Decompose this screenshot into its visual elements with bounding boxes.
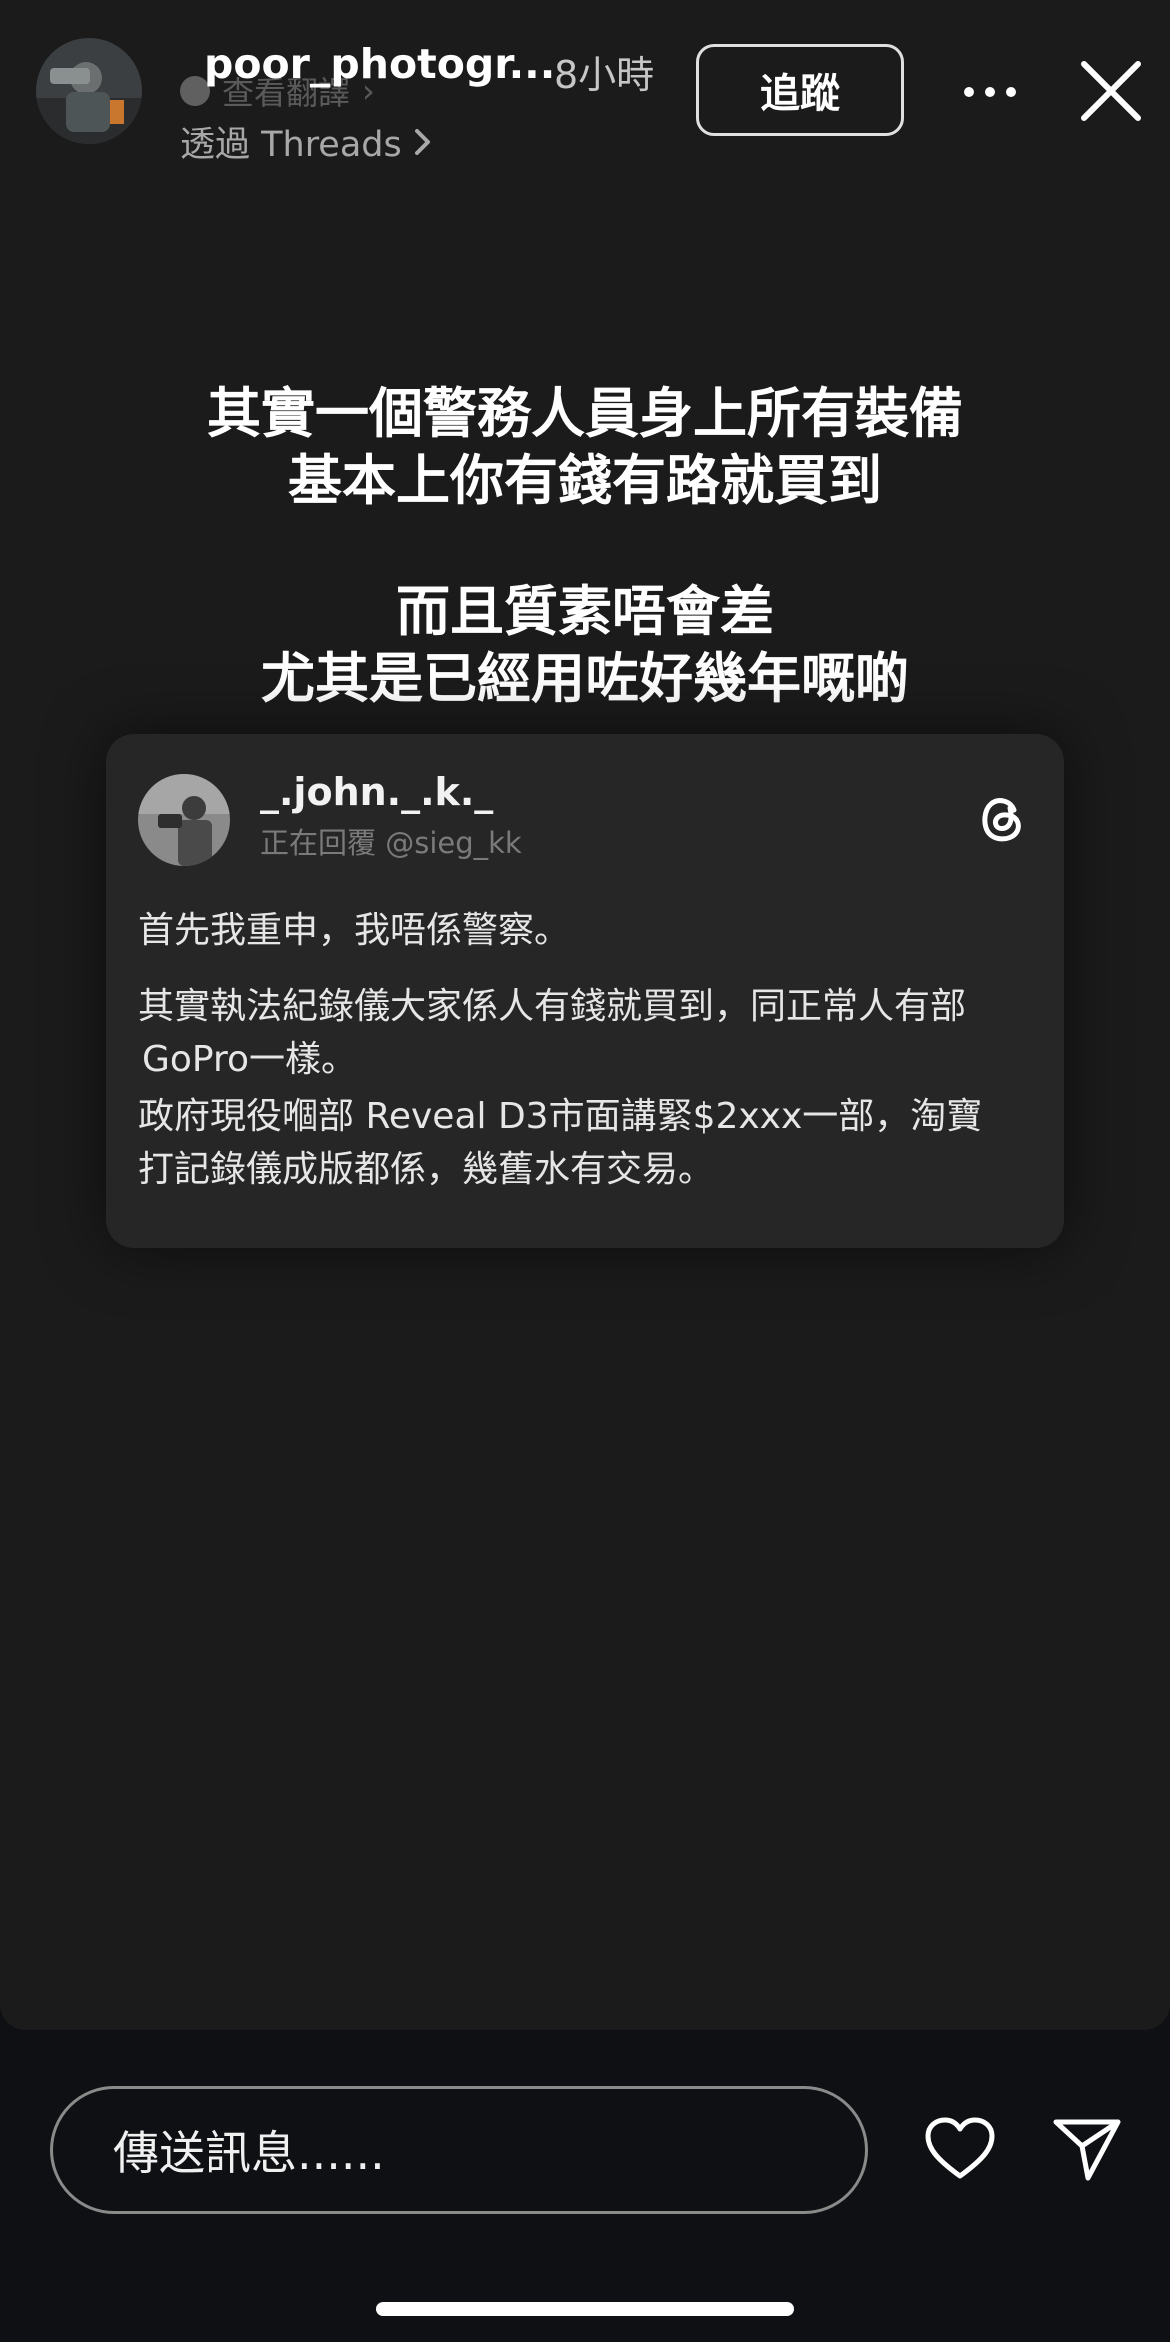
threads-post-card[interactable]: _.john._.k._ 正在回覆 @sieg_kk 首先我重申，我唔係警察。 … [106,734,1064,1248]
close-button[interactable] [1076,56,1146,126]
send-icon [1053,2119,1121,2181]
heart-icon [925,2117,995,2179]
via-label: 透過 Threads [180,125,402,165]
chevron-right-icon [414,128,430,155]
story-caption-line: 基本上你有錢有路就買到 [288,449,882,512]
story-caption-line: 其實一個警務人員身上所有裝備 [207,382,963,445]
profile-avatar[interactable] [36,38,142,144]
story-caption-line: 尤其是已經用咗好幾年嘅啲 [261,647,909,710]
close-icon [1081,61,1141,121]
via-threads-link[interactable]: 透過 Threads [180,116,434,167]
card-avatar [138,774,230,866]
card-paragraph-line: 政府現役嗰部 Reveal D3市面講緊$2xxx一部，淘寶 [138,1096,983,1137]
home-indicator[interactable] [376,2302,794,2316]
card-paragraph: 首先我重申，我唔係警察。 [138,910,571,951]
card-paragraph-line: 其實執法紀錄儀大家係人有錢就買到，同正常人有部 [138,986,967,1027]
like-button[interactable] [924,2116,996,2182]
card-reply-to: 正在回覆 @sieg_kk [260,826,522,860]
story-caption-line: 而且質素唔會差 [396,580,774,643]
story-username[interactable]: poor_photogr... [204,40,555,88]
follow-button[interactable]: 追蹤 [696,44,904,136]
share-button[interactable] [1052,2116,1122,2182]
card-username: _.john._.k._ [260,770,494,814]
send-message-input[interactable]: 傳送訊息...... [50,2086,868,2214]
story-time: 8小時 [554,53,655,97]
threads-logo-icon [982,798,1021,842]
more-options-button[interactable] [958,62,1022,122]
card-paragraph-line: 打記錄儀成版都係，幾舊水有交易。 [138,1149,715,1190]
card-paragraph-line: GoPro一樣。 [142,1039,358,1080]
more-horizontal-icon [964,87,1016,97]
story-view: 查看翻譯 › poor_photogr... 8小時 透過 Threads 追蹤… [0,0,1170,2030]
